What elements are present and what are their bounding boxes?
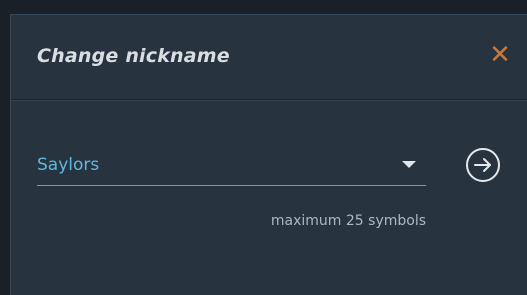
change-nickname-dialog: Change nickname ✕ Saylors maximum 25 sym…: [10, 14, 527, 295]
nickname-hint: maximum 25 symbols: [270, 213, 426, 229]
nickname-value: Saylors: [37, 155, 100, 175]
arrow-right-circle-icon: [466, 148, 500, 182]
dialog-header: Change nickname ✕: [11, 15, 527, 100]
nickname-select[interactable]: Saylors: [37, 151, 426, 186]
dialog-title: Change nickname: [37, 45, 230, 67]
close-button[interactable]: ✕: [487, 42, 513, 68]
submit-button[interactable]: [465, 147, 501, 183]
close-icon: ✕: [489, 40, 511, 70]
caret-down-icon: [402, 161, 416, 168]
